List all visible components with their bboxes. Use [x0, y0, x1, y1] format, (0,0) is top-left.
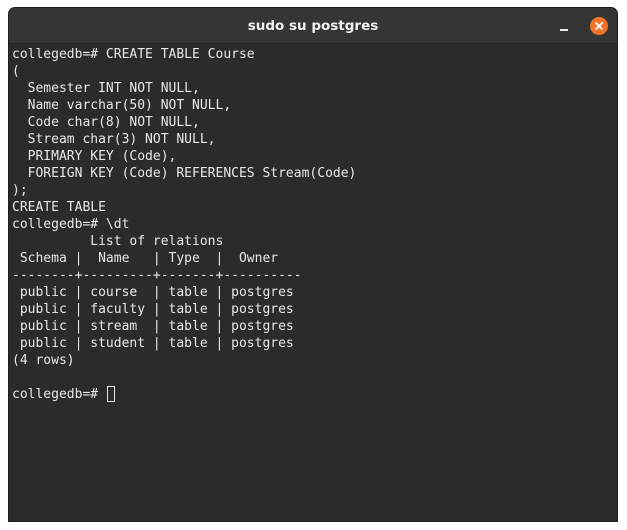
- terminal-line: Name varchar(50) NOT NULL,: [12, 98, 232, 113]
- terminal-line: List of relations: [12, 234, 224, 249]
- terminal-line: Code char(8) NOT NULL,: [12, 115, 200, 130]
- minimize-icon: [560, 29, 568, 31]
- terminal-line: Semester INT NOT NULL,: [12, 81, 200, 96]
- title-bar[interactable]: sudo su postgres: [9, 8, 617, 44]
- minimize-button[interactable]: [556, 18, 572, 34]
- terminal-line: Stream char(3) NOT NULL,: [12, 132, 216, 147]
- close-button[interactable]: [590, 17, 608, 35]
- terminal-line: public | student | table | postgres: [12, 336, 294, 351]
- terminal-line: collegedb=#: [12, 387, 106, 402]
- terminal-line: --------+---------+-------+----------: [12, 268, 302, 283]
- terminal-line: collegedb=# CREATE TABLE Course: [12, 47, 255, 62]
- terminal-output: collegedb=# CREATE TABLE Course ( Semest…: [12, 46, 612, 403]
- terminal-line: public | course | table | postgres: [12, 285, 294, 300]
- terminal-line: );: [12, 183, 28, 198]
- text-cursor: [107, 386, 115, 402]
- terminal-line: Schema | Name | Type | Owner: [12, 251, 279, 266]
- terminal-area[interactable]: collegedb=# CREATE TABLE Course ( Semest…: [9, 44, 617, 521]
- close-icon: [595, 22, 603, 30]
- terminal-line: (4 rows): [12, 353, 75, 368]
- terminal-window: sudo su postgres collegedb=# CREATE TABL…: [9, 8, 617, 521]
- window-title: sudo su postgres: [247, 18, 379, 34]
- terminal-line: public | faculty | table | postgres: [12, 302, 294, 317]
- terminal-line: collegedb=# \dt: [12, 217, 130, 232]
- terminal-line: FOREIGN KEY (Code) REFERENCES Stream(Cod…: [12, 166, 357, 181]
- terminal-line: PRIMARY KEY (Code),: [12, 149, 177, 164]
- terminal-line: CREATE TABLE: [12, 200, 106, 215]
- terminal-line: public | stream | table | postgres: [12, 319, 294, 334]
- terminal-line: (: [12, 64, 20, 79]
